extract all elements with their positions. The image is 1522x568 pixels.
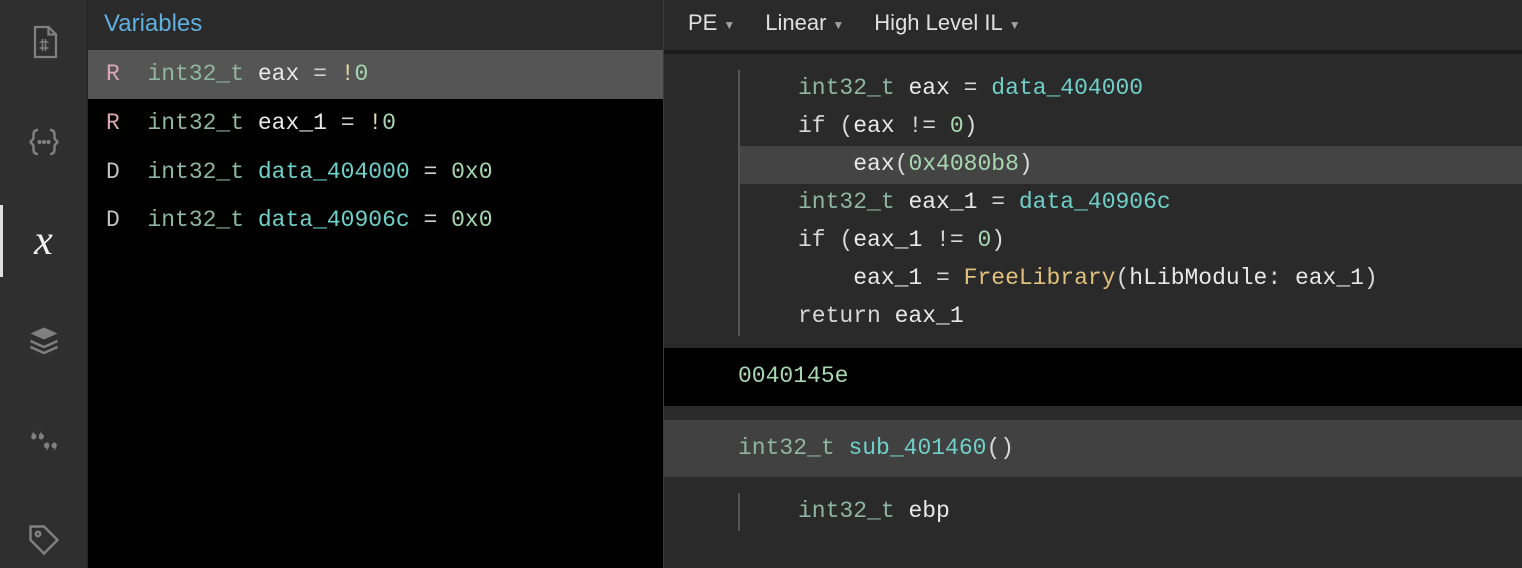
quotes-icon[interactable] [0,413,88,469]
code-line[interactable]: if (eax != 0) [738,108,1522,146]
variables-title: Variables [88,0,663,50]
chevron-down-icon: ▼ [832,18,844,32]
variables-panel: Variables R int32_t eax = !0 R int32_t e… [88,0,664,568]
code-line[interactable]: return eax_1 [738,298,1522,336]
chevron-down-icon: ▼ [723,18,735,32]
variables-icon[interactable]: x [0,213,88,269]
sidebar-icon-rail: x [0,0,88,568]
code-line[interactable]: int32_t eax = data_404000 [738,70,1522,108]
il-dropdown[interactable]: High Level IL▼ [874,10,1020,36]
code-line[interactable]: eax(0x4080b8) [738,146,1522,184]
code-line[interactable]: eax_1 = FreeLibrary(hLibModule: eax_1) [738,260,1522,298]
code-body[interactable]: int32_t eax = data_404000 if (eax != 0) … [664,54,1522,568]
layers-icon[interactable] [0,313,88,369]
chevron-down-icon: ▼ [1009,18,1021,32]
variable-row[interactable]: R int32_t eax = !0 [88,50,663,99]
code-line[interactable]: int32_t eax_1 = data_40906c [738,184,1522,222]
variable-row[interactable]: D int32_t data_404000 = 0x0 [88,148,663,197]
variables-list: R int32_t eax = !0 R int32_t eax_1 = !0 … [88,50,663,568]
tag-icon[interactable] [0,512,88,568]
pe-dropdown[interactable]: PE▼ [688,10,735,36]
variable-row[interactable]: D int32_t data_40906c = 0x0 [88,196,663,245]
linear-dropdown[interactable]: Linear▼ [765,10,844,36]
variable-row[interactable]: R int32_t eax_1 = !0 [88,99,663,148]
view-toolbar: PE▼ Linear▼ High Level IL▼ [664,0,1522,54]
function-signature[interactable]: int32_t sub_401460() [664,420,1522,478]
address-label[interactable]: 0040145e [664,348,1522,406]
code-line[interactable]: int32_t ebp [738,493,1522,531]
code-pane: PE▼ Linear▼ High Level IL▼ int32_t eax =… [664,0,1522,568]
braces-icon[interactable] [0,114,88,170]
code-line[interactable]: if (eax_1 != 0) [738,222,1522,260]
hash-file-icon[interactable] [0,14,88,70]
